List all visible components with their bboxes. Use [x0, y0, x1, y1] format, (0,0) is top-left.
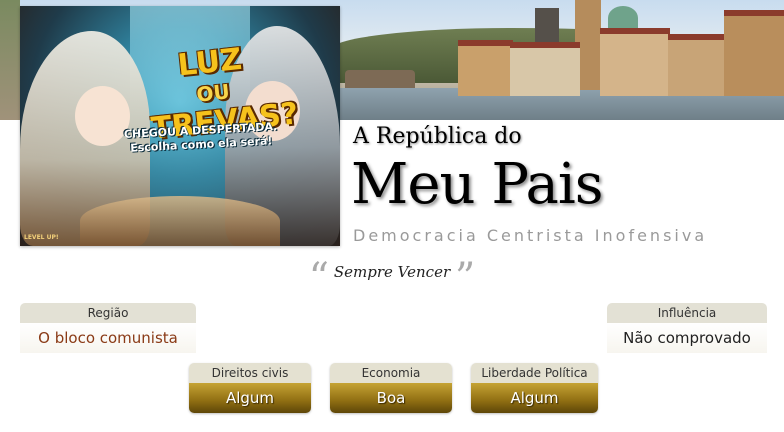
- ad-pedestal: [80, 196, 280, 246]
- stat-value[interactable]: Algum: [471, 383, 598, 413]
- influence-box: Influência Não comprovado: [607, 303, 767, 353]
- stat-label: Economia: [330, 363, 452, 383]
- banner-building: [668, 34, 728, 96]
- banner-left-strip: [0, 0, 20, 120]
- banner-building: [458, 40, 513, 96]
- stat-value[interactable]: Algum: [189, 383, 311, 413]
- banner-dome: [608, 6, 638, 30]
- banner-building: [724, 10, 784, 96]
- quote-close-icon: ”: [454, 255, 476, 301]
- stat-economy[interactable]: Economia Boa: [330, 363, 452, 413]
- region-box: Região O bloco comunista: [20, 303, 196, 353]
- nation-pretitle: A República do: [353, 124, 522, 149]
- advertisement-image[interactable]: LUZ OU TREVAS? CHEGOU A DESPERTADA. Esco…: [20, 6, 340, 246]
- stat-civil-rights[interactable]: Direitos civis Algum: [189, 363, 311, 413]
- quote-open-icon: “: [308, 255, 330, 301]
- region-label: Região: [20, 303, 196, 323]
- ad-logo: LEVEL UP!: [24, 234, 59, 241]
- nation-category: Democracia Centrista Inofensiva: [353, 226, 708, 245]
- banner-building: [600, 28, 670, 96]
- banner-bridge: [345, 70, 415, 88]
- nation-motto: “ Sempre Vencer ”: [0, 255, 784, 301]
- region-link[interactable]: O bloco comunista: [20, 323, 196, 353]
- influence-value[interactable]: Não comprovado: [607, 323, 767, 353]
- stat-value[interactable]: Boa: [330, 383, 452, 413]
- stat-label: Liberdade Política: [471, 363, 598, 383]
- nation-name: Meu Pais: [351, 152, 604, 217]
- motto-text: Sempre Vencer: [333, 263, 451, 281]
- stat-political-freedom[interactable]: Liberdade Política Algum: [471, 363, 598, 413]
- banner-building: [510, 42, 580, 96]
- stat-label: Direitos civis: [189, 363, 311, 383]
- influence-label: Influência: [607, 303, 767, 323]
